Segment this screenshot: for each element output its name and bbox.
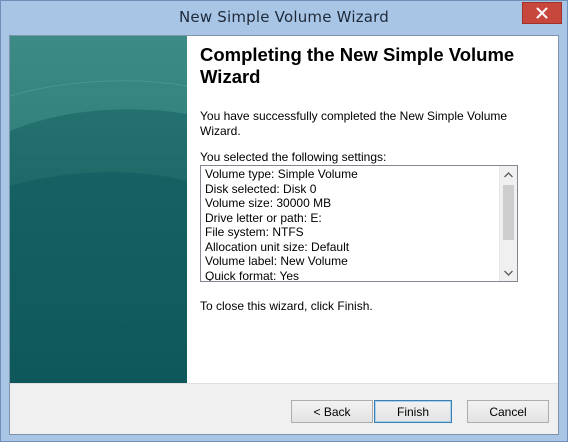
settings-label: You selected the following settings: [200,150,387,164]
scroll-up-button[interactable] [500,166,517,183]
settings-item: Volume type: Simple Volume [205,167,358,181]
page-title: Completing the New Simple Volume Wizard [200,44,515,87]
settings-item: Disk selected: Disk 0 [205,181,317,196]
settings-list: Volume type: Simple Volume Disk selected… [205,167,495,282]
settings-item: Allocation unit size: Default [205,239,350,254]
vertical-scrollbar[interactable] [499,166,517,281]
finish-button[interactable]: Finish [374,400,452,423]
settings-list-box[interactable]: Volume type: Simple Volume Disk selected… [200,165,518,282]
chevron-up-icon [504,171,513,177]
settings-item: File system: NTFS [205,225,304,239]
window-title: New Simple Volume Wizard [179,8,389,26]
title-bar[interactable]: New Simple Volume Wizard [1,1,567,35]
scroll-down-button[interactable] [500,264,517,281]
close-icon [536,7,548,19]
button-bar: < Back Finish Cancel [10,383,558,434]
cancel-button[interactable]: Cancel [467,400,549,423]
wizard-client-area: Completing the New Simple Volume Wizard … [9,35,559,435]
wizard-side-banner [10,36,187,383]
wizard-content: Completing the New Simple Volume Wizard … [187,36,558,383]
success-message: You have successfully completed the New … [200,109,508,138]
chevron-down-icon [504,270,513,276]
scroll-thumb[interactable] [503,185,514,240]
settings-item: Volume label: New Volume [205,254,348,268]
settings-item: Quick format: Yes [205,268,300,282]
settings-item: Volume size: 30000 MB [205,196,332,210]
back-button[interactable]: < Back [291,400,373,423]
settings-item: Drive letter or path: E: [205,210,322,225]
wizard-window: New Simple Volume Wizard Completing the … [0,0,568,442]
close-instruction: To close this wizard, click Finish. [200,299,373,313]
banner-graphic [10,36,187,383]
close-button[interactable] [522,2,562,24]
